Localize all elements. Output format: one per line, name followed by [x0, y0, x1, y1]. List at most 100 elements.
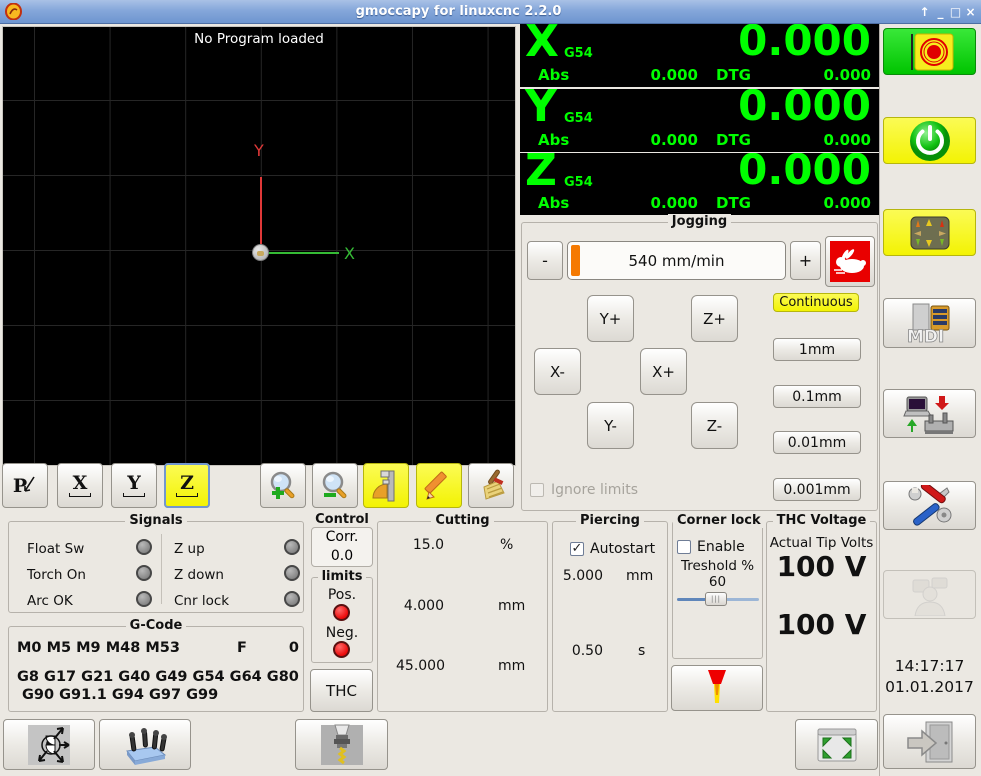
jog-y-plus-button[interactable]: Y+: [587, 295, 634, 342]
limits-title: limits: [312, 569, 372, 584]
signal-cnr-lock-led: [284, 591, 300, 607]
estop-button[interactable]: [883, 28, 976, 75]
minimize-window-icon[interactable]: _: [933, 5, 948, 19]
treshold-slider-handle[interactable]: |||: [705, 592, 727, 606]
view-y-label: Y: [127, 472, 141, 494]
g0-gap-value: 45.000: [396, 658, 445, 674]
thc-actual-voltage: 100 V: [776, 608, 867, 641]
correction-label: Corr.: [325, 529, 359, 545]
computer-to-machine-icon: [902, 395, 953, 434]
y-axis-line: [260, 177, 262, 253]
view-z-button[interactable]: Z: [164, 463, 210, 508]
treshold-label: Treshold %: [680, 558, 755, 574]
dro-axis-y[interactable]: Y G54 0.000 Abs 0.000 DTG 0.000: [520, 89, 879, 152]
dro-z-abs-value: 0.000: [650, 194, 698, 212]
auto-mode-button[interactable]: [883, 389, 976, 438]
ignore-limits-checkbox: [530, 483, 544, 497]
exit-button[interactable]: [883, 714, 976, 769]
jog-z-minus-button[interactable]: Z-: [691, 402, 738, 449]
touch-off-icon: [28, 724, 70, 765]
jog-speed-slider[interactable]: 540 mm/min: [567, 241, 786, 280]
user-icon: [912, 577, 947, 616]
jog-z-plus-button[interactable]: Z+: [691, 295, 738, 342]
clear-plot-button[interactable]: [468, 463, 514, 508]
treshold-value: 60: [708, 574, 727, 590]
jog-x-minus-button[interactable]: X-: [534, 348, 581, 395]
corner-lock-enable-checkbox[interactable]: [677, 540, 691, 554]
emergency-stop-icon: [910, 33, 953, 70]
signal-cnr-lock-label: Cnr lock: [174, 593, 230, 609]
actual-tip-volts-label: Actual Tip Volts: [769, 535, 874, 551]
jog-y-minus-button[interactable]: Y-: [587, 402, 634, 449]
active-m-codes: M0 M5 M9 M48 M53: [17, 640, 180, 656]
touch-plate-button[interactable]: [99, 719, 191, 770]
edit-offsets-button[interactable]: [416, 463, 462, 508]
signal-torch-on-label: Torch On: [27, 567, 86, 583]
jogging-title: Jogging: [522, 214, 877, 229]
titlebar[interactable]: gmoccapy for linuxcnc 2.2.0 ↑ _ □ ×: [0, 0, 981, 24]
dro-axis-x[interactable]: X G54 0.000 Abs 0.000 DTG 0.000: [520, 24, 879, 87]
thc-target-voltage: 100 V: [776, 550, 867, 583]
signal-float-sw-led: [136, 539, 152, 555]
touch-off-button[interactable]: [3, 719, 95, 770]
view-perspective-button[interactable]: P: [2, 463, 48, 508]
x-axis-label: X: [344, 244, 355, 263]
dro-x-system: G54: [564, 46, 593, 61]
cutting-title: Cutting: [378, 513, 547, 528]
maximize-window-icon[interactable]: □: [948, 5, 963, 19]
thc-button[interactable]: THC: [310, 669, 373, 712]
clock-time: 14:17:17: [894, 657, 965, 675]
jog-speed-value: 540 mm/min: [628, 252, 725, 270]
piercing-title: Piercing: [553, 513, 667, 528]
cut-gap-value: 4.000: [403, 598, 444, 614]
corner-lock-enable-label: Enable: [697, 539, 745, 555]
view-x-label: X: [72, 472, 88, 494]
pierce-delay-value: 0.50: [571, 643, 603, 659]
exit-door-icon: [906, 721, 952, 762]
treshold-slider[interactable]: |||: [677, 591, 759, 607]
jog-increment-0-1mm[interactable]: 0.1mm: [773, 385, 861, 408]
pierce-gap-unit: mm: [626, 568, 654, 584]
pierce-gap-value: 5.000: [562, 568, 603, 584]
torch-button[interactable]: [671, 665, 763, 711]
autostart-checkbox[interactable]: [570, 542, 584, 556]
jog-speed-minus-button[interactable]: -: [527, 241, 563, 280]
dro-y-dtg-label: DTG: [716, 131, 751, 149]
machine-on-button[interactable]: [883, 117, 976, 164]
zoom-out-button[interactable]: [312, 463, 358, 508]
close-window-icon[interactable]: ×: [963, 5, 978, 19]
feed-value: 0: [288, 640, 299, 656]
mdi-icon: MDI: [906, 303, 949, 344]
jog-x-plus-button[interactable]: X+: [640, 348, 687, 395]
piercing-frame: Piercing Autostart 5.000 mm Gap- Gap+ 0.…: [552, 513, 668, 712]
jog-speed-plus-button[interactable]: +: [790, 241, 821, 280]
jog-increment-continuous[interactable]: Continuous: [773, 293, 859, 312]
shade-window-icon[interactable]: ↑: [917, 5, 932, 19]
pierce-delay-unit: s: [638, 643, 646, 659]
y-axis-label: Y: [254, 141, 264, 160]
zoom-in-button[interactable]: [260, 463, 306, 508]
view-x-button[interactable]: X: [57, 463, 103, 508]
view-y-button[interactable]: Y: [111, 463, 157, 508]
signal-arc-ok-led: [136, 591, 152, 607]
rabbit-icon: [830, 241, 870, 282]
fullscreen-button[interactable]: [795, 719, 878, 770]
mdi-mode-button[interactable]: MDI: [883, 298, 976, 348]
manual-mode-button[interactable]: [883, 209, 976, 256]
view-z-label: Z: [180, 472, 194, 494]
dro-z-system: G54: [564, 175, 593, 190]
tool-change-button[interactable]: [295, 719, 388, 770]
dro-y-abs-label: Abs: [538, 131, 570, 149]
signal-z-down-label: Z down: [174, 567, 224, 583]
signals-frame: Signals Float Sw Torch On Arc OK Z up Z …: [8, 513, 304, 613]
active-g-codes-line2: G90 G91.1 G94 G97 G99: [22, 687, 219, 703]
autostart-label: Autostart: [590, 541, 656, 557]
jog-increment-1mm[interactable]: 1mm: [773, 338, 861, 361]
jog-increment-0-001mm[interactable]: 0.001mm: [773, 478, 861, 501]
gcode-preview[interactable]: No Program loaded Y X: [2, 26, 516, 466]
settings-button[interactable]: [883, 481, 976, 530]
turbo-jog-button[interactable]: [825, 236, 875, 287]
jog-increment-0-01mm[interactable]: 0.01mm: [773, 431, 861, 454]
dro-axis-z[interactable]: Z G54 0.000 Abs 0.000 DTG 0.000: [520, 153, 879, 215]
dimensions-button[interactable]: [363, 463, 409, 508]
